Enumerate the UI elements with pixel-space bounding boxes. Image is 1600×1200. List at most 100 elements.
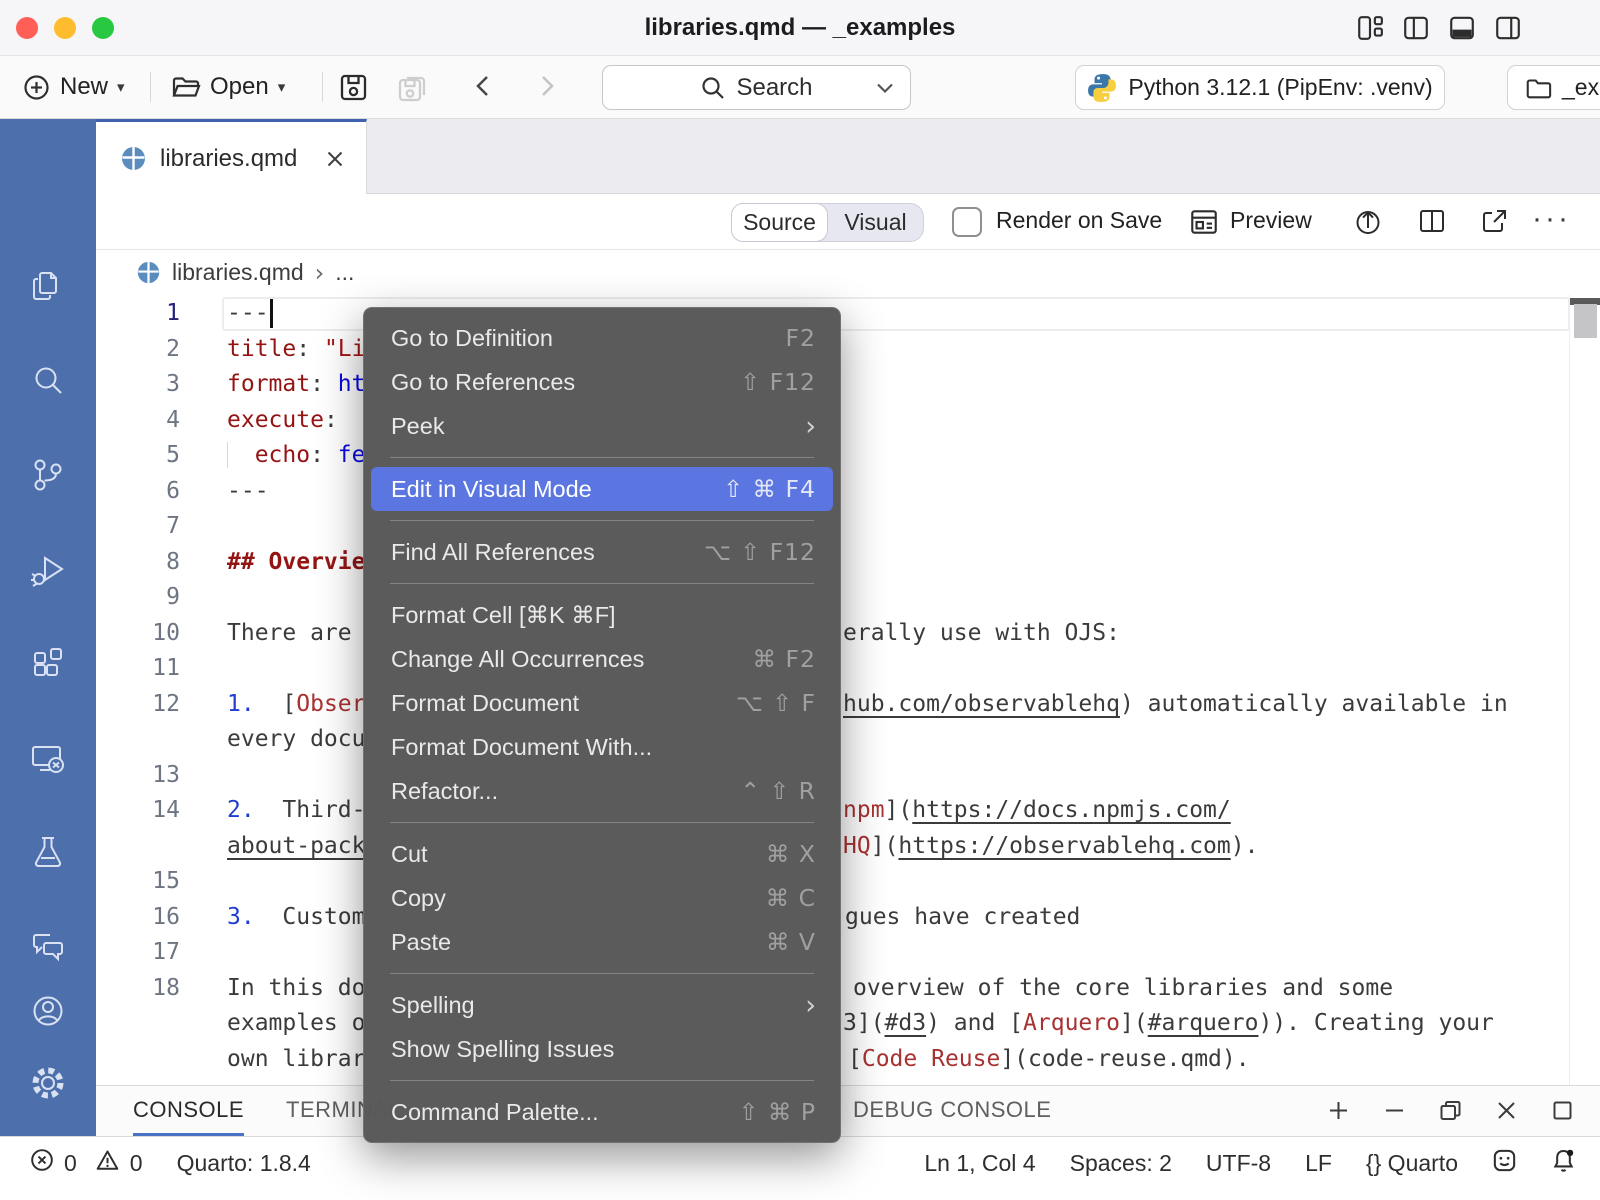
menu-item-format-cell-k-f[interactable]: Format Cell [⌘K ⌘F] [364,593,840,637]
menu-item-go-to-references[interactable]: Go to References⇧ F12 [364,360,840,404]
code-line[interactable]: 121. [Obserhub.com/observablehq) automat… [96,687,1600,723]
render-on-save-checkbox[interactable] [952,207,982,237]
code-line[interactable]: own librar[Code Reuse](code-reuse.qmd). [96,1042,1600,1078]
sidebar-item-explorer[interactable] [28,267,68,307]
cursor-position[interactable]: Ln 1, Col 4 [924,1150,1035,1177]
code-line[interactable]: 3format: ht [96,367,1600,403]
code-line[interactable]: 2title: "Li [96,332,1600,368]
sidebar-item-settings[interactable] [28,1063,68,1103]
menu-item-format-document-with[interactable]: Format Document With... [364,725,840,769]
menu-item-spelling[interactable]: Spelling› [364,983,840,1027]
code-line[interactable]: 15 [96,864,1600,900]
code-line[interactable]: 4execute: [96,403,1600,439]
code-line[interactable]: 17 [96,935,1600,971]
code-line[interactable]: 6--- [96,474,1600,510]
line-number: 12 [96,687,180,723]
sidebar-item-remote-explorer[interactable] [28,739,68,779]
line-number: 15 [96,864,180,900]
breadcrumb-file[interactable]: libraries.qmd [172,259,304,286]
code-line[interactable]: every docu [96,722,1600,758]
notification-bell-icon[interactable] [1551,1147,1576,1179]
restore-icon[interactable] [1437,1097,1464,1124]
publish-icon[interactable] [1352,205,1384,237]
feedback-smiley-icon[interactable] [1492,1148,1517,1179]
mode-toggle[interactable]: Source Visual [731,203,924,242]
open-in-new-window-icon[interactable] [1478,205,1510,237]
interpreter-selector-button[interactable]: Python 3.12.1 (PipEnv: .venv) [1075,65,1445,110]
code-line[interactable]: examples o3](#d3) and [Arquero](#arquero… [96,1006,1600,1042]
sidebar-item-chat[interactable] [28,925,68,965]
tab-libraries-qmd[interactable]: libraries.qmd [96,119,367,195]
code-line[interactable]: 1--- [96,296,1600,332]
maximize-icon[interactable] [1549,1097,1576,1124]
code-line[interactable]: 142. Third-npm](https://docs.npmjs.com/ [96,793,1600,829]
menu-item-find-all-references[interactable]: Find All References⌥ ⇧ F12 [364,530,840,574]
new-button[interactable]: New ▾ [22,56,125,118]
code-line[interactable]: 5 echo: fe [96,438,1600,474]
menu-item-show-spelling-issues[interactable]: Show Spelling Issues [364,1027,840,1071]
chat-icon [28,925,68,965]
open-button[interactable]: Open ▾ [170,56,285,118]
visual-mode-button[interactable]: Visual [828,204,923,241]
sidebar-item-account[interactable] [28,991,68,1031]
sidebar-item-testing[interactable] [28,833,68,873]
code-line[interactable]: 163. Customgues have created [96,900,1600,936]
sidebar-item-source-control[interactable] [28,455,68,495]
menu-item-format-document[interactable]: Format Document⌥ ⇧ F [364,681,840,725]
workspace-button[interactable]: _ex [1507,65,1600,110]
quarto-version[interactable]: Quarto: 1.8.4 [177,1150,311,1177]
menu-item-command-palette[interactable]: Command Palette...⇧ ⌘ P [364,1090,840,1134]
code-line[interactable]: 13 [96,758,1600,794]
toggle-panel-icon[interactable] [1448,14,1476,42]
source-mode-button[interactable]: Source [731,203,828,242]
language-mode[interactable]: {} Quarto [1366,1150,1458,1177]
sidebar-item-run-debug[interactable] [28,549,68,589]
indentation[interactable]: Spaces: 2 [1070,1150,1172,1177]
eol[interactable]: LF [1305,1150,1332,1177]
menu-item-refactor[interactable]: Refactor...⌃ ⇧ R [364,769,840,813]
navigate-forward-button[interactable] [532,72,560,105]
menu-item-change-all-occurrences[interactable]: Change All Occurrences⌘ F2 [364,637,840,681]
close-icon[interactable] [322,146,348,172]
chevron-right-icon: › [315,259,325,287]
menu-item-go-to-definition[interactable]: Go to DefinitionF2 [364,316,840,360]
panel-tab-debug-console[interactable]: DEBUG CONSOLE [853,1086,1051,1136]
menu-item-cut[interactable]: Cut⌘ X [364,832,840,876]
code-line[interactable]: 7 [96,509,1600,545]
minimize-icon[interactable] [1381,1097,1408,1124]
plus-icon[interactable] [1325,1097,1352,1124]
preview-button[interactable]: Preview [1230,207,1312,234]
code-line[interactable]: 11 [96,651,1600,687]
customize-layout-icon[interactable] [1356,14,1384,42]
save-button[interactable] [338,72,369,108]
sidebar-item-search[interactable] [28,361,68,401]
code-line[interactable]: 18In this dooverview of the core librari… [96,971,1600,1007]
code-line[interactable]: 10There are erally use with OJS: [96,616,1600,652]
error-count[interactable]: 0 [64,1150,77,1177]
warning-count[interactable]: 0 [130,1150,143,1177]
toggle-sidebar-icon[interactable] [1402,14,1430,42]
encoding[interactable]: UTF-8 [1206,1150,1271,1177]
split-editor-icon[interactable] [1416,205,1448,237]
search-input[interactable]: Search [602,65,911,110]
sidebar-item-extensions[interactable] [28,643,68,683]
warning-icon[interactable] [95,1148,120,1178]
breadcrumb-more[interactable]: ... [335,259,354,286]
more-actions-button[interactable]: ··· [1532,202,1571,236]
error-icon[interactable] [30,1148,54,1178]
close-icon[interactable] [1493,1097,1520,1124]
navigate-back-button[interactable] [470,72,498,105]
menu-item-copy[interactable]: Copy⌘ C [364,876,840,920]
breadcrumb[interactable]: libraries.qmd › ... [96,250,1600,295]
menu-item-edit-in-visual-mode[interactable]: Edit in Visual Mode⇧ ⌘ F4 [371,467,833,511]
save-all-button[interactable] [396,72,429,108]
code-line[interactable]: 9 [96,580,1600,616]
text-cursor [270,299,273,328]
menu-item-peek[interactable]: Peek› [364,404,840,448]
code-editor[interactable]: 1---2title: "Li3format: ht4execute:5 ech… [96,295,1600,1085]
panel-tab-console[interactable]: CONSOLE [133,1086,244,1136]
code-line[interactable]: about-packHQ](https://observablehq.com). [96,829,1600,865]
code-line[interactable]: 8## Overvie [96,545,1600,581]
menu-item-paste[interactable]: Paste⌘ V [364,920,840,964]
toggle-secondary-sidebar-icon[interactable] [1494,14,1522,42]
